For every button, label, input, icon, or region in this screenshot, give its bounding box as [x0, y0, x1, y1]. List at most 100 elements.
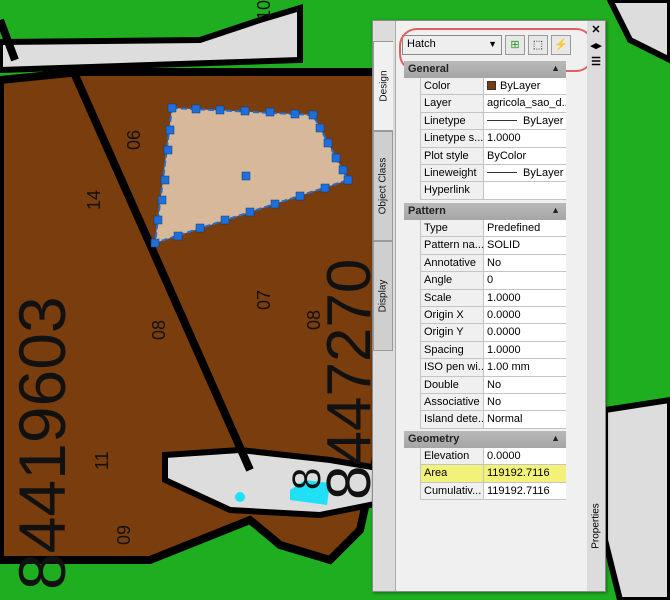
tab-object-class[interactable]: Object Class	[373, 131, 393, 241]
property-row[interactable]: Pattern na... SOLID	[420, 237, 566, 255]
property-value[interactable]: 1.00 mm	[484, 359, 566, 375]
property-value[interactable]: Predefined	[484, 220, 566, 236]
property-value[interactable]: No	[484, 377, 566, 393]
property-value[interactable]: ByColor	[484, 148, 566, 164]
tab-design[interactable]: Design	[373, 41, 393, 131]
palette-title-strip[interactable]: ✕ ◂▸ ☰ Properties	[587, 21, 605, 591]
property-value[interactable]: 0.0000	[484, 324, 566, 340]
grip-handle[interactable]	[163, 145, 173, 155]
property-name: Spacing	[420, 341, 484, 359]
property-row[interactable]: Double No	[420, 376, 566, 394]
grip-handle[interactable]	[241, 171, 251, 181]
section-header[interactable]: General ▲	[404, 61, 566, 78]
grip-handle[interactable]	[338, 165, 348, 175]
property-row[interactable]: Type Predefined	[420, 220, 566, 238]
grip-handle[interactable]	[270, 199, 280, 209]
map-label: 06	[124, 130, 144, 150]
property-row[interactable]: Origin X 0.0000	[420, 306, 566, 325]
property-row[interactable]: Color ByLayer	[420, 78, 566, 96]
property-value-text: 119192.7116	[487, 467, 550, 480]
toggle-pickadd-button[interactable]: ⊞	[505, 35, 525, 55]
quick-select-button[interactable]: ⚡	[551, 35, 571, 55]
property-value-text: 1.0000	[487, 343, 521, 356]
property-value[interactable]: 1.0000	[484, 130, 566, 146]
section-header[interactable]: Pattern ▲	[404, 203, 566, 220]
grip-handle[interactable]	[320, 183, 330, 193]
property-row[interactable]: ISO pen wi... 1.00 mm	[420, 359, 566, 377]
property-row[interactable]: Linetype ByLayer	[420, 112, 566, 131]
property-value[interactable]: 0.0000	[484, 448, 566, 464]
collapse-icon[interactable]: ▲	[551, 63, 560, 73]
properties-palette: Design Object Class Display Hatch ▼ ⊞ ⬚ ⚡…	[372, 20, 606, 592]
property-value[interactable]: agricola_sao_d...	[484, 95, 566, 111]
property-value-text: 119192.7116	[487, 484, 550, 497]
property-row[interactable]: Linetype s... 1.0000	[420, 130, 566, 148]
property-row[interactable]: Island dete... Normal	[420, 411, 566, 429]
property-row[interactable]: Hyperlink	[420, 182, 566, 200]
property-row[interactable]: Layer agricola_sao_d...	[420, 95, 566, 113]
grip-handle[interactable]	[173, 231, 183, 241]
property-row[interactable]: Lineweight ByLayer	[420, 164, 566, 183]
grip-handle[interactable]	[290, 109, 300, 119]
property-name: Elevation	[420, 448, 484, 465]
property-value[interactable]: No	[484, 255, 566, 271]
grip-handle[interactable]	[167, 103, 177, 113]
property-value[interactable]: 119192.7116	[484, 465, 566, 482]
collapse-icon[interactable]: ▲	[551, 205, 560, 215]
object-type-select[interactable]: Hatch ▼	[402, 35, 502, 55]
property-row[interactable]: Associative No	[420, 393, 566, 412]
property-row[interactable]: Area 119192.7116	[420, 465, 566, 483]
tab-display[interactable]: Display	[373, 241, 393, 351]
grip-handle[interactable]	[331, 153, 341, 163]
grip-handle[interactable]	[191, 104, 201, 114]
property-row[interactable]: Spacing 1.0000	[420, 341, 566, 360]
property-value[interactable]: No	[484, 394, 566, 410]
property-value[interactable]: SOLID	[484, 237, 566, 253]
grip-handle[interactable]	[295, 191, 305, 201]
property-value-text: agricola_sao_d...	[487, 97, 566, 110]
grip-handle[interactable]	[308, 110, 318, 120]
section-title: General	[408, 63, 449, 75]
property-value[interactable]: 1.0000	[484, 290, 566, 306]
select-objects-icon: ⬚	[532, 39, 544, 51]
property-row[interactable]: Annotative No	[420, 254, 566, 273]
property-value[interactable]	[484, 182, 566, 198]
grip-handle[interactable]	[150, 238, 160, 248]
grip-handle[interactable]	[240, 106, 250, 116]
toggle-pickadd-icon: ⊞	[510, 39, 520, 51]
property-row[interactable]: Elevation 0.0000	[420, 448, 566, 466]
grip-handle[interactable]	[160, 175, 170, 185]
property-row[interactable]: Origin Y 0.0000	[420, 324, 566, 342]
select-objects-button[interactable]: ⬚	[528, 35, 548, 55]
grip-handle[interactable]	[220, 215, 230, 225]
section-header[interactable]: Geometry ▲	[404, 431, 566, 448]
property-value[interactable]: ByLayer	[484, 78, 566, 94]
property-row[interactable]: Scale 1.0000	[420, 289, 566, 307]
grip-handle[interactable]	[153, 215, 163, 225]
palette-menu-icon[interactable]: ☰	[588, 55, 604, 69]
property-value[interactable]: ByLayer	[484, 165, 566, 181]
grip-handle[interactable]	[245, 207, 255, 217]
grip-handle[interactable]	[265, 107, 275, 117]
grip-handle[interactable]	[195, 223, 205, 233]
grip-handle[interactable]	[215, 105, 225, 115]
grip-handle[interactable]	[157, 195, 167, 205]
property-row[interactable]: Plot style ByColor	[420, 147, 566, 165]
grip-handle[interactable]	[315, 123, 325, 133]
color-swatch-icon	[487, 81, 496, 90]
property-row[interactable]: Angle 0	[420, 272, 566, 290]
property-value[interactable]: Normal	[484, 411, 566, 427]
property-value-text: 1.0000	[487, 132, 521, 145]
property-value[interactable]: ByLayer	[484, 113, 566, 129]
grip-handle[interactable]	[343, 175, 353, 185]
property-value[interactable]: 119192.7116	[484, 483, 566, 499]
collapse-icon[interactable]: ▲	[551, 433, 560, 443]
property-value[interactable]: 1.0000	[484, 342, 566, 358]
grip-handle[interactable]	[165, 125, 175, 135]
property-value[interactable]: 0.0000	[484, 307, 566, 323]
close-icon[interactable]: ✕	[588, 23, 604, 37]
grip-handle[interactable]	[323, 138, 333, 148]
property-row[interactable]: Cumulativ... 119192.7116	[420, 482, 566, 501]
property-value[interactable]: 0	[484, 272, 566, 288]
auto-hide-icon[interactable]: ◂▸	[588, 39, 604, 53]
